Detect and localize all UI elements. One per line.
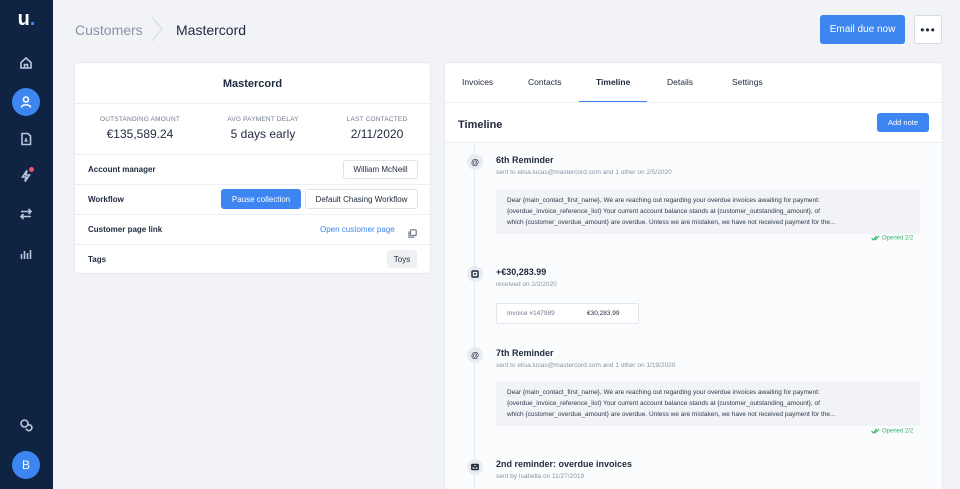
logo-dot: .	[29, 8, 36, 30]
double-check-icon	[871, 235, 880, 241]
nav-invoices[interactable]	[12, 125, 40, 153]
transfer-icon	[19, 208, 33, 220]
event-subtitle: sent by Isabella on 11/27/2019	[496, 473, 585, 480]
opened-text: Opened 2/2	[882, 428, 914, 435]
nav-reports[interactable]	[12, 240, 40, 268]
event-title: 6th Reminder	[496, 155, 554, 165]
copy-icon[interactable]	[408, 225, 417, 238]
tab-contacts[interactable]: Contacts	[528, 77, 562, 87]
event-title: 7th Reminder	[496, 348, 554, 358]
notification-dot	[29, 167, 34, 172]
chevron-right-icon	[150, 16, 164, 42]
divider	[75, 184, 430, 185]
event-subtitle: received on 2/2/2020	[496, 281, 557, 288]
tab-timeline[interactable]: Timeline	[596, 77, 630, 87]
breadcrumb-customers[interactable]: Customers	[75, 22, 143, 38]
opened-status: Opened 2/2	[871, 235, 913, 242]
invoice-number: Invoice #147989	[507, 310, 555, 317]
divider	[75, 103, 430, 104]
pause-collection-button[interactable]: Pause collection	[221, 189, 301, 209]
nav-chat[interactable]	[12, 411, 40, 439]
invoice-amount: €30,283.99	[587, 310, 620, 317]
divider	[75, 214, 430, 215]
avatar-initial: B	[21, 458, 30, 472]
tab-settings[interactable]: Settings	[732, 77, 763, 87]
event-message[interactable]: Dear {main_contact_first_name}, We are r…	[496, 381, 920, 426]
stat-payment-delay: AVG PAYMENT DELAY 5 days early	[213, 116, 313, 141]
user-avatar[interactable]: B	[12, 451, 40, 479]
message-line: which {customer_overdue_amount} are over…	[507, 411, 836, 418]
account-manager-label: Account manager	[88, 165, 156, 174]
customer-summary-card: Mastercord OUTSTANDING AMOUNT €135,589.2…	[75, 63, 430, 273]
event-title: +€30,283.99	[496, 267, 547, 277]
event-title: 2nd reminder: overdue invoices	[496, 459, 633, 469]
timeline-line	[474, 143, 475, 489]
invoice-chip[interactable]: Invoice #147989 €30,283.99	[496, 303, 639, 324]
nav-transfers[interactable]	[12, 200, 40, 228]
stat-value: 5 days early	[230, 127, 296, 141]
nav-home[interactable]	[12, 49, 40, 77]
add-note-button[interactable]: Add note	[877, 113, 929, 132]
home-icon	[20, 56, 32, 69]
message-line: {overdue_invoice_reference_list} Your cu…	[507, 208, 820, 215]
timeline-panel: Invoices Contacts Timeline Details Setti…	[445, 63, 942, 489]
stat-last-contacted: LAST CONTACTED 2/11/2020	[327, 116, 427, 141]
stat-label: LAST CONTACTED	[346, 116, 408, 123]
stat-value: €135,589.24	[106, 127, 174, 141]
chat-icon	[20, 419, 33, 432]
message-line: Dear {main_contact_first_name}, We are r…	[507, 197, 820, 204]
app-logo[interactable]: u.	[0, 8, 53, 31]
more-options-button[interactable]: •••	[914, 15, 942, 44]
email-at-icon: @	[467, 347, 483, 363]
divider	[75, 244, 430, 245]
event-subtitle: sent to elisa.lucas@mastercord.com and 1…	[496, 362, 676, 369]
stat-outstanding: OUTSTANDING AMOUNT €135,589.24	[90, 116, 190, 141]
open-customer-page-link[interactable]: Open customer page	[320, 225, 395, 234]
stat-label: OUTSTANDING AMOUNT	[99, 116, 181, 123]
tags-label: Tags	[88, 255, 107, 264]
customer-page-link-label: Customer page link	[88, 225, 163, 234]
opened-status: Opened 2/2	[871, 428, 913, 435]
envelope-icon	[467, 459, 483, 475]
event-subtitle: sent to elisa.lucas@mastercord.com and 1…	[496, 169, 672, 176]
nav-customers[interactable]	[12, 88, 40, 116]
chart-icon	[20, 250, 32, 259]
logo-text: u	[17, 8, 30, 30]
payment-icon	[467, 266, 483, 282]
tag-chip[interactable]: Toys	[387, 250, 417, 268]
account-manager-select[interactable]: William McNeill	[343, 160, 418, 179]
workflow-select[interactable]: Default Chasing Workflow	[305, 189, 418, 209]
stat-value: 2/11/2020	[350, 127, 404, 141]
customer-name: Mastercord	[222, 78, 283, 90]
stat-label: AVG PAYMENT DELAY	[227, 116, 299, 123]
workflow-label: Workflow	[88, 195, 124, 204]
divider	[75, 154, 430, 155]
message-line: {overdue_invoice_reference_list} Your cu…	[507, 400, 820, 407]
email-at-icon: @	[467, 154, 483, 170]
sidebar: u. B	[0, 0, 53, 489]
tab-invoices[interactable]: Invoices	[462, 77, 493, 87]
email-due-now-button[interactable]: Email due now	[820, 15, 905, 44]
message-line: which {customer_overdue_amount} are over…	[507, 219, 836, 226]
divider	[445, 102, 942, 103]
message-line: Dear {main_contact_first_name}, We are r…	[507, 389, 820, 396]
customers-icon	[20, 96, 32, 108]
timeline-title: Timeline	[458, 119, 503, 131]
double-check-icon	[871, 428, 880, 434]
event-message[interactable]: Dear {main_contact_first_name}, We are r…	[496, 189, 920, 234]
invoice-icon	[21, 132, 32, 146]
nav-automation[interactable]	[12, 162, 40, 190]
page-title: Mastercord	[176, 22, 247, 38]
opened-text: Opened 2/2	[882, 235, 914, 242]
tab-details[interactable]: Details	[667, 77, 693, 87]
